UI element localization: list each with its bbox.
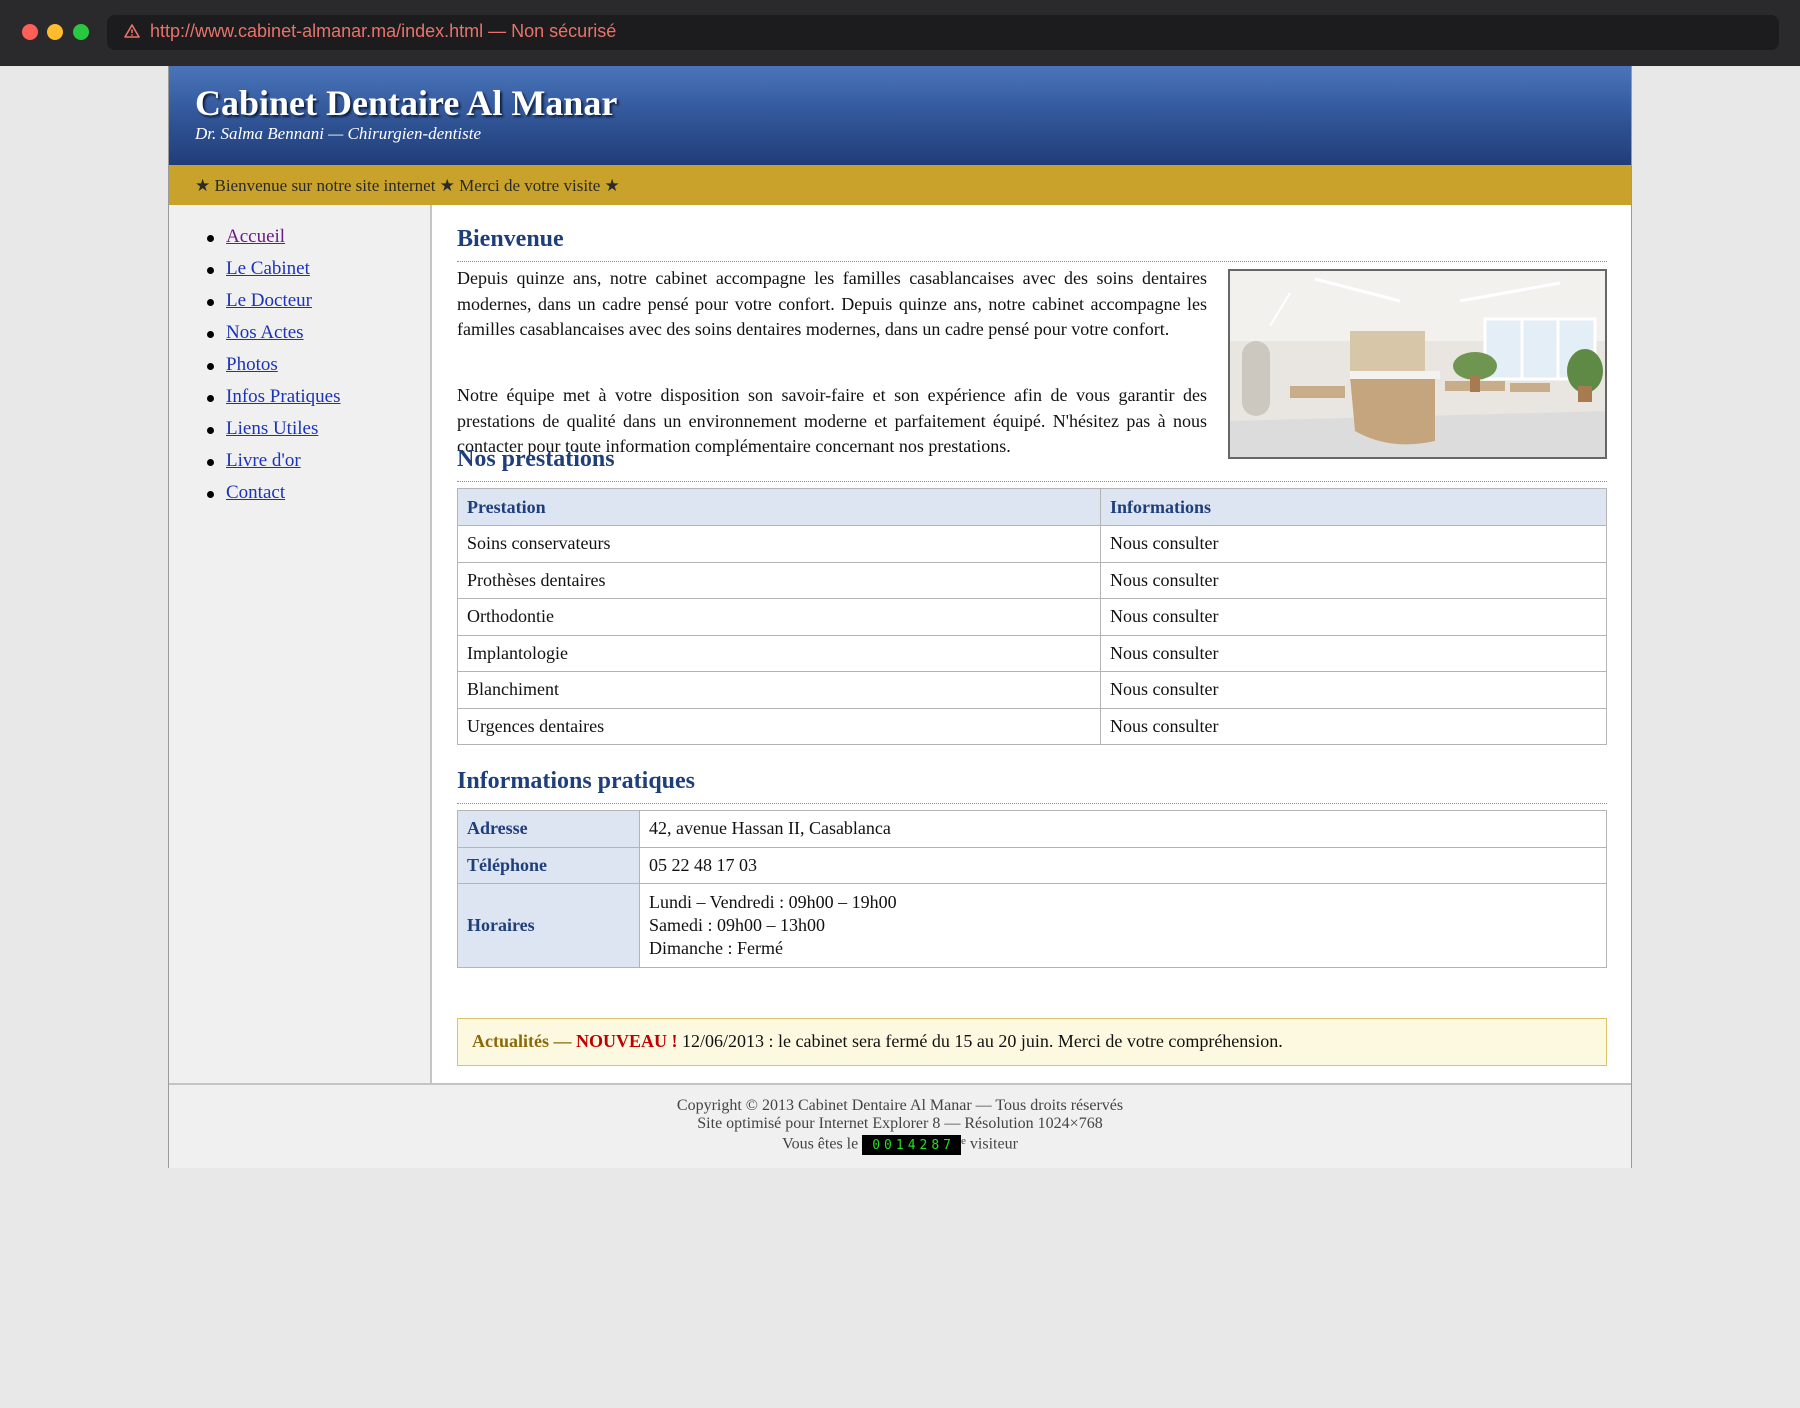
news-message: 12/06/2013 : le cabinet sera fermé du 15… [677,1031,1283,1051]
nav-link-infos-pratiques[interactable]: Infos Pratiques [226,386,341,408]
site-subtitle: Dr. Salma Bennani — Chirurgien-dentiste [195,124,481,143]
sidebar-nav: Accueil Le Cabinet Le Docteur Nos Actes … [169,205,432,1085]
clinic-interior-image [1230,271,1605,457]
hours-weekdays: Lundi – Vendredi : 09h00 – 19h00 [649,892,897,912]
address-label: Adresse [457,810,640,848]
table-row: Prothèses dentaires Nous consulter [457,561,1607,599]
browser-toolbar: http://www.cabinet-almanar.ma/index.html… [0,0,1800,66]
hours-label: Horaires [457,883,640,968]
address-bar[interactable]: http://www.cabinet-almanar.ma/index.html… [107,15,1779,50]
visitor-suffix: visiteur [965,1135,1018,1153]
welcome-paragraph-1: Depuis quinze ans, notre cabinet accompa… [457,268,1207,339]
service-info: Nous consulter [1100,671,1607,709]
bullet-icon [207,363,214,370]
nav-link-nos-actes[interactable]: Nos Actes [226,322,304,344]
practical-info-heading: Informations pratiques [457,764,1607,804]
table-row: Adresse 42, avenue Hassan II, Casablanca [457,810,1607,848]
services-table: Prestation Informations Soins conservate… [457,488,1607,745]
phone-label: Téléphone [457,846,640,884]
service-name: Soins conservateurs [457,525,1101,563]
window-close-button[interactable] [22,24,38,40]
hours-sunday: Dimanche : Fermé [649,938,783,958]
nav-link-le-cabinet[interactable]: Le Cabinet [226,258,310,280]
copyright-text: Copyright © 2013 Cabinet Dentaire Al Man… [676,1097,1124,1114]
service-name: Blanchiment [457,671,1101,709]
news-box: Actualités — NOUVEAU ! 12/06/2013 : le c… [457,1018,1607,1066]
news-new-badge: NOUVEAU ! [575,1031,678,1051]
services-heading: Nos prestations [457,442,1607,482]
bullet-icon [207,331,214,338]
window-minimize-button[interactable] [47,24,63,40]
address-value: 42, avenue Hassan II, Casablanca [639,810,1607,848]
visitor-counter-line: Vous êtes le 0014287 e visiteur [169,1135,1631,1155]
bullet-icon [207,491,214,498]
service-info: Nous consulter [1100,561,1607,599]
bullet-icon [207,299,214,306]
site-footer: Copyright © 2013 Cabinet Dentaire Al Man… [169,1083,1631,1168]
phone-value: 05 22 48 17 03 [639,846,1607,884]
service-name: Prothèses dentaires [457,561,1101,599]
nav-link-accueil[interactable]: Accueil [226,226,285,248]
warning-triangle-icon [124,24,140,38]
nav-link-photos[interactable]: Photos [226,354,278,376]
window-zoom-button[interactable] [73,24,89,40]
site-title: Cabinet Dentaire Al Manar [195,83,618,123]
service-name: Urgences dentaires [457,707,1101,745]
table-row: Orthodontie Nous consulter [457,598,1607,636]
nav-link-contact[interactable]: Contact [226,482,285,504]
table-row: Soins conservateurs Nous consulter [457,525,1607,563]
welcome-heading: Bienvenue [457,222,1607,262]
marquee-text: ★ Bienvenue sur notre site internet ★ Me… [195,176,620,195]
table-row: Blanchiment Nous consulter [457,671,1607,709]
marquee-bar: ★ Bienvenue sur notre site internet ★ Me… [169,165,1631,205]
service-info: Nous consulter [1100,598,1607,636]
nav-link-livre-dor[interactable]: Livre d'or [226,450,301,472]
hours-value: Lundi – Vendredi : 09h00 – 19h00 Samedi … [639,883,1607,968]
bullet-icon [207,235,214,242]
address-bar-url: http://www.cabinet-almanar.ma/index.html… [150,21,617,41]
practical-info-table: Adresse 42, avenue Hassan II, Casablanca… [457,810,1607,968]
nav-link-liens-utiles[interactable]: Liens Utiles [226,418,318,440]
nav-link-le-docteur[interactable]: Le Docteur [226,290,312,312]
news-label: Actualités — [472,1031,576,1051]
service-info: Nous consulter [1100,525,1607,563]
table-row: Horaires Lundi – Vendredi : 09h00 – 19h0… [457,883,1607,968]
service-info: Nous consulter [1100,707,1607,745]
table-row: Téléphone 05 22 48 17 03 [457,846,1607,884]
bullet-icon [207,395,214,402]
column-header-informations: Informations [1100,488,1607,526]
news-text: Actualités — NOUVEAU ! 12/06/2013 : le c… [472,1031,1283,1052]
optimized-text: Site optimisé pour Internet Explorer 8 —… [697,1115,1103,1132]
visitor-counter: 0014287 [862,1135,962,1155]
service-info: Nous consulter [1100,634,1607,672]
bullet-icon [207,267,214,274]
service-name: Implantologie [457,634,1101,672]
bullet-icon [207,459,214,466]
web-page: Cabinet Dentaire Al Manar Dr. Salma Benn… [168,66,1632,1168]
bullet-icon [207,427,214,434]
hours-saturday: Samedi : 09h00 – 13h00 [649,915,825,935]
cabinet-photo [1228,269,1607,459]
table-header-row: Prestation Informations [457,488,1607,526]
column-header-prestation: Prestation [457,488,1101,526]
table-row: Urgences dentaires Nous consulter [457,707,1607,745]
table-row: Implantologie Nous consulter [457,634,1607,672]
visitor-prefix: Vous êtes le [782,1135,863,1153]
site-header: Cabinet Dentaire Al Manar Dr. Salma Benn… [169,66,1631,165]
service-name: Orthodontie [457,598,1101,636]
